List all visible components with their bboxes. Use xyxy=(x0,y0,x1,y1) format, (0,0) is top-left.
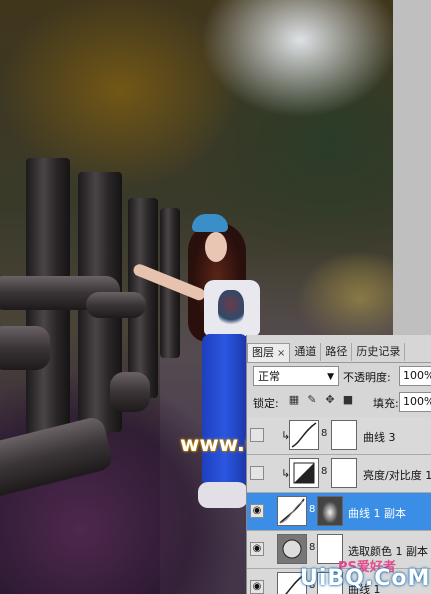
opacity-input[interactable]: 100% xyxy=(399,366,431,386)
model-cap xyxy=(192,214,228,232)
curves-thumbnail-icon xyxy=(277,496,307,526)
visibility-toggle[interactable] xyxy=(250,466,264,480)
lock-label: 锁定: xyxy=(253,397,279,410)
fence-rail xyxy=(0,326,50,370)
tab-history[interactable]: 历史记录 xyxy=(352,343,406,361)
layer-curves-3[interactable]: ↳ 8 曲线 3 xyxy=(247,417,431,455)
corner-watermark-text: UiBQ.CoM xyxy=(300,566,431,591)
panel-tabs: 图层 × 通道 路径 历史记录 xyxy=(247,343,431,363)
corner-watermark-logo: PS爱好者 UiBQ.CoM xyxy=(300,558,431,594)
layer-brightness-contrast[interactable]: ↳ 8 亮度/对比度 1 xyxy=(247,455,431,493)
tabs-divider xyxy=(247,362,431,363)
tab-layers-label: 图层 xyxy=(252,346,274,359)
eye-icon[interactable] xyxy=(250,504,264,518)
model-jeans xyxy=(202,334,248,484)
canvas-edge xyxy=(393,0,431,335)
lock-pixels-icon[interactable]: ✎ xyxy=(305,393,319,407)
model-face xyxy=(205,232,227,262)
layer-mask-thumbnail xyxy=(317,496,343,526)
layer-name: 亮度/对比度 1 xyxy=(363,469,431,482)
layer-name: 曲线 3 xyxy=(363,431,396,444)
lock-icons: ▦ ✎ ✥ ■ xyxy=(287,393,355,407)
blend-mode-select[interactable]: 正常 ▼ xyxy=(253,366,339,386)
link-icon: 8 xyxy=(309,542,316,553)
fence-rail xyxy=(110,372,150,412)
chevron-down-icon: ▼ xyxy=(327,372,334,382)
fill-label: 填充: xyxy=(373,397,399,410)
fill-input[interactable]: 100% xyxy=(399,392,431,412)
model-top-print xyxy=(218,290,244,326)
layer-curves-1-copy[interactable]: 8 曲线 1 副本 xyxy=(247,493,431,531)
blend-mode-value: 正常 xyxy=(258,370,280,383)
blend-row: 正常 ▼ 不透明度: 100% xyxy=(253,366,431,388)
layer-mask-thumbnail xyxy=(331,458,357,488)
visibility-toggle[interactable] xyxy=(250,428,264,442)
lock-position-icon[interactable]: ✥ xyxy=(323,393,337,407)
model-shoes xyxy=(198,482,248,508)
layer-mask-thumbnail xyxy=(331,420,357,450)
tab-paths[interactable]: 路径 xyxy=(321,343,353,361)
link-icon: 8 xyxy=(321,466,328,477)
fence-rail xyxy=(86,292,146,318)
eye-icon[interactable] xyxy=(250,542,264,556)
curves-thumbnail-icon xyxy=(289,420,319,450)
layer-name: 曲线 1 副本 xyxy=(348,507,406,520)
close-icon[interactable]: × xyxy=(277,348,285,359)
opacity-label: 不透明度: xyxy=(343,371,391,384)
tab-layers[interactable]: 图层 × xyxy=(247,343,291,362)
eye-icon[interactable] xyxy=(250,580,264,594)
lock-row: 锁定: ▦ ✎ ✥ ■ 填充: 100% xyxy=(253,392,431,414)
lock-all-icon[interactable]: ■ xyxy=(341,393,355,407)
brightness-thumbnail-icon xyxy=(289,458,319,488)
tab-channels[interactable]: 通道 xyxy=(290,343,322,361)
link-icon: 8 xyxy=(321,428,328,439)
link-icon: 8 xyxy=(309,504,316,515)
lock-transparency-icon[interactable]: ▦ xyxy=(287,393,301,407)
